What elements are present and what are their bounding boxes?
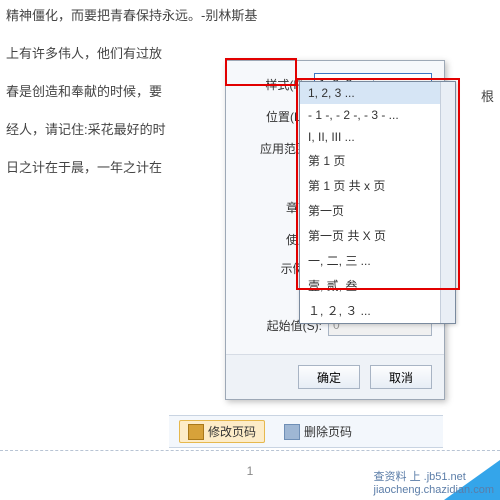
dropdown-option[interactable]: - 1 -, - 2 -, - 3 - ... bbox=[300, 104, 455, 126]
doc-line: 精神僵化，而要把青春保持永远。-别林斯基 bbox=[6, 4, 494, 28]
dropdown-option[interactable]: 一, 二, 三 ... bbox=[300, 248, 455, 273]
edit-page-number-button[interactable]: 修改页码 bbox=[179, 420, 265, 443]
dropdown-option[interactable]: 第 1 页 共 x 页 bbox=[300, 173, 455, 198]
style-dropdown-list[interactable]: 1, 2, 3 ... - 1 -, - 2 -, - 3 - ... I, I… bbox=[299, 81, 456, 324]
dropdown-option[interactable]: 第一页 bbox=[300, 198, 455, 223]
delete-label: 删除页码 bbox=[304, 423, 352, 440]
delete-icon bbox=[284, 424, 300, 440]
doc-fragment: 根 bbox=[481, 86, 494, 105]
dropdown-option[interactable]: 第 1 页 bbox=[300, 148, 455, 173]
dropdown-option[interactable]: １, ２, ３ ... bbox=[300, 298, 455, 323]
cancel-button[interactable]: 取消 bbox=[370, 365, 432, 389]
page-break-line bbox=[0, 450, 500, 451]
dropdown-option[interactable]: 第一页 共 X 页 bbox=[300, 223, 455, 248]
page-number-toolbar: 修改页码 删除页码 bbox=[169, 415, 443, 448]
dropdown-option[interactable]: 壹, 贰, 叁 ... bbox=[300, 273, 455, 298]
ok-button[interactable]: 确定 bbox=[298, 365, 360, 389]
edit-label: 修改页码 bbox=[208, 423, 256, 440]
dropdown-option[interactable]: 1, 2, 3 ... bbox=[300, 82, 455, 104]
watermark: 查资料 上 .jb51.netjiaocheng.chazidian.com bbox=[374, 468, 494, 496]
edit-icon bbox=[188, 424, 204, 440]
scrollbar[interactable] bbox=[440, 82, 455, 323]
dropdown-option[interactable]: I, II, III ... bbox=[300, 126, 455, 148]
delete-page-number-button[interactable]: 删除页码 bbox=[275, 420, 361, 443]
